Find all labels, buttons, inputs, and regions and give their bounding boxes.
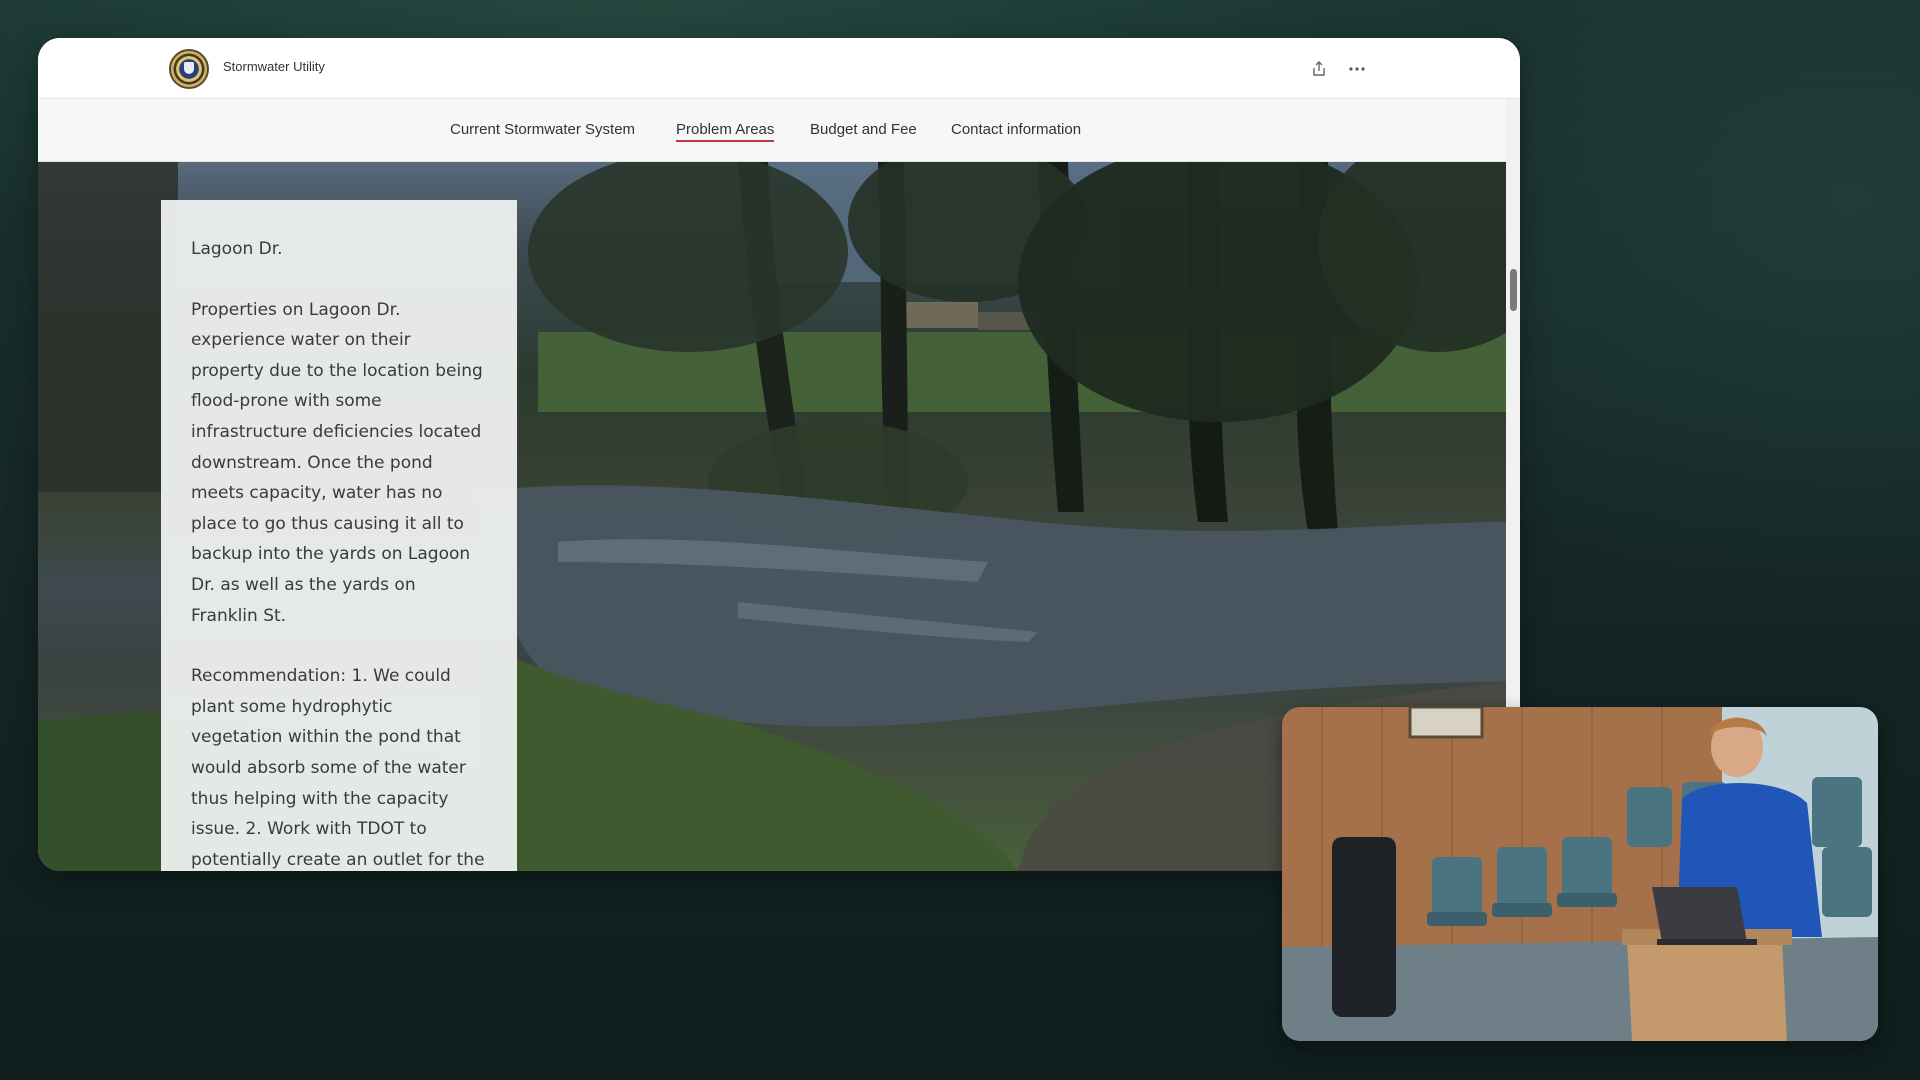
problem-area-card: Lagoon Dr. Properties on Lagoon Dr. expe… — [161, 200, 517, 871]
presenter-video-illustration — [1282, 707, 1878, 1041]
webcam-overlay — [1282, 707, 1878, 1041]
area-description: Properties on Lagoon Dr. experience wate… — [191, 299, 483, 626]
main-nav: Current Stormwater System Problem Areas … — [38, 99, 1506, 162]
nav-current-stormwater-system[interactable]: Current Stormwater System — [450, 121, 635, 138]
city-seal-icon[interactable] — [169, 49, 209, 89]
nav-budget-and-fee[interactable]: Budget and Fee — [810, 121, 917, 138]
area-recommendation: Recommendation: 1. We could plant some h… — [191, 666, 485, 870]
nav-contact-information[interactable]: Contact information — [951, 121, 1081, 138]
more-horizontal-icon[interactable] — [1345, 58, 1369, 80]
area-heading: Lagoon Dr. — [191, 239, 283, 259]
share-icon[interactable] — [1308, 58, 1330, 80]
nav-problem-areas[interactable]: Problem Areas — [676, 121, 775, 142]
site-header: Stormwater Utility — [38, 38, 1520, 99]
site-title[interactable]: Stormwater Utility — [223, 59, 325, 74]
scroll-thumb[interactable] — [1510, 269, 1517, 311]
